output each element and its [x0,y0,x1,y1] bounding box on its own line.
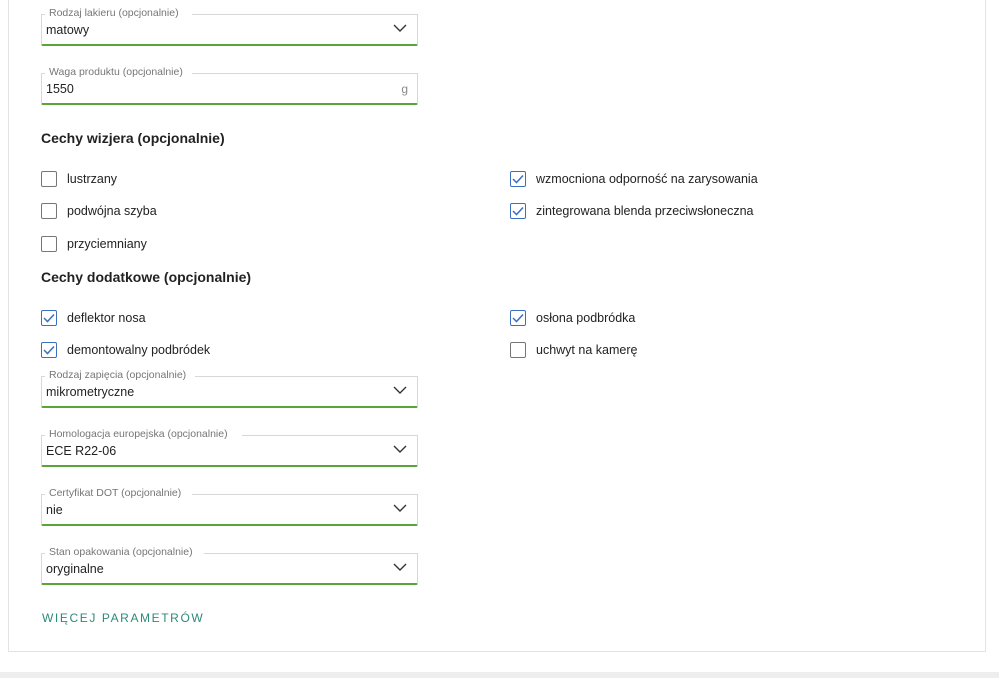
checkbox-label: demontowalny podbródek [67,343,211,357]
checkmark-icon [43,345,55,355]
checkmark-icon [43,313,55,323]
extra-features-heading: Cechy dodatkowe (opcjonalnie) [41,269,252,285]
fastening-value: mikrometryczne [46,385,135,399]
checkbox-label: osłona podbródka [536,311,636,325]
paint-type-value: matowy [46,23,90,37]
checkbox-box[interactable] [41,310,57,326]
checkbox-box[interactable] [41,171,57,187]
more-parameters-link[interactable]: WIĘCEJ PARAMETRÓW [42,611,204,625]
checkbox-label: lustrzany [67,172,118,186]
weight-label: Waga produktu (opcjonalnie) [47,66,185,79]
checkbox-label: deflektor nosa [67,311,146,325]
packaging-select[interactable]: Stan opakowania (opcjonalnie) oryginalne [41,546,418,585]
chevron-down-icon [393,563,407,571]
checkmark-icon [512,206,524,216]
homologation-label: Homologacja europejska (opcjonalnie) [47,428,230,441]
checkbox-scratch-resistance[interactable]: wzmocniona odporność na zarysowania [510,170,758,188]
paint-type-label: Rodzaj lakieru (opcjonalnie) [47,7,181,20]
dot-certificate-value: nie [46,503,63,517]
checkbox-lustrzany[interactable]: lustrzany [41,170,117,188]
fastening-label: Rodzaj zapięcia (opcjonalnie) [47,369,189,382]
checkbox-label: zintegrowana blenda przeciwsłoneczna [536,204,754,218]
packaging-label: Stan opakowania (opcjonalnie) [47,546,195,559]
chevron-down-icon [393,24,407,32]
checkbox-camera-mount[interactable]: uchwyt na kamerę [510,341,637,359]
visor-features-heading: Cechy wizjera (opcjonalnie) [41,130,225,146]
dot-certificate-label: Certyfikat DOT (opcjonalnie) [47,487,184,500]
fastening-select[interactable]: Rodzaj zapięcia (opcjonalnie) mikrometry… [41,369,418,408]
chevron-down-icon [393,504,407,512]
checkbox-label: podwójna szyba [67,204,157,218]
checkbox-box[interactable] [510,342,526,358]
checkbox-tinted[interactable]: przyciemniany [41,235,147,253]
page-footer-band [0,672,999,678]
checkbox-box[interactable] [510,310,526,326]
checkbox-label: przyciemniany [67,237,147,251]
chevron-down-icon [393,445,407,453]
weight-unit: g [401,82,408,96]
checkmark-icon [512,174,524,184]
checkbox-box[interactable] [41,342,57,358]
chevron-down-icon [393,386,407,394]
homologation-value: ECE R22-06 [46,444,117,458]
checkbox-box[interactable] [510,171,526,187]
checkbox-chin-curtain[interactable]: osłona podbródka [510,309,635,327]
paint-type-select[interactable]: Rodzaj lakieru (opcjonalnie) matowy [41,7,418,46]
dot-certificate-select[interactable]: Certyfikat DOT (opcjonalnie) nie [41,487,418,526]
checkbox-box[interactable] [510,203,526,219]
checkbox-label: wzmocniona odporność na zarysowania [536,172,758,186]
weight-value: 1550 [46,82,74,96]
checkbox-box[interactable] [41,236,57,252]
checkbox-removable-chin[interactable]: demontowalny podbródek [41,341,210,359]
checkmark-icon [512,313,524,323]
checkbox-label: uchwyt na kamerę [536,343,638,357]
checkbox-sun-visor[interactable]: zintegrowana blenda przeciwsłoneczna [510,202,754,220]
checkbox-double-pane[interactable]: podwójna szyba [41,202,157,220]
checkbox-nose-deflector[interactable]: deflektor nosa [41,309,146,327]
checkbox-box[interactable] [41,203,57,219]
homologation-select[interactable]: Homologacja europejska (opcjonalnie) ECE… [41,428,418,467]
weight-input[interactable]: Waga produktu (opcjonalnie) 1550 g [41,66,418,105]
packaging-value: oryginalne [46,562,104,576]
